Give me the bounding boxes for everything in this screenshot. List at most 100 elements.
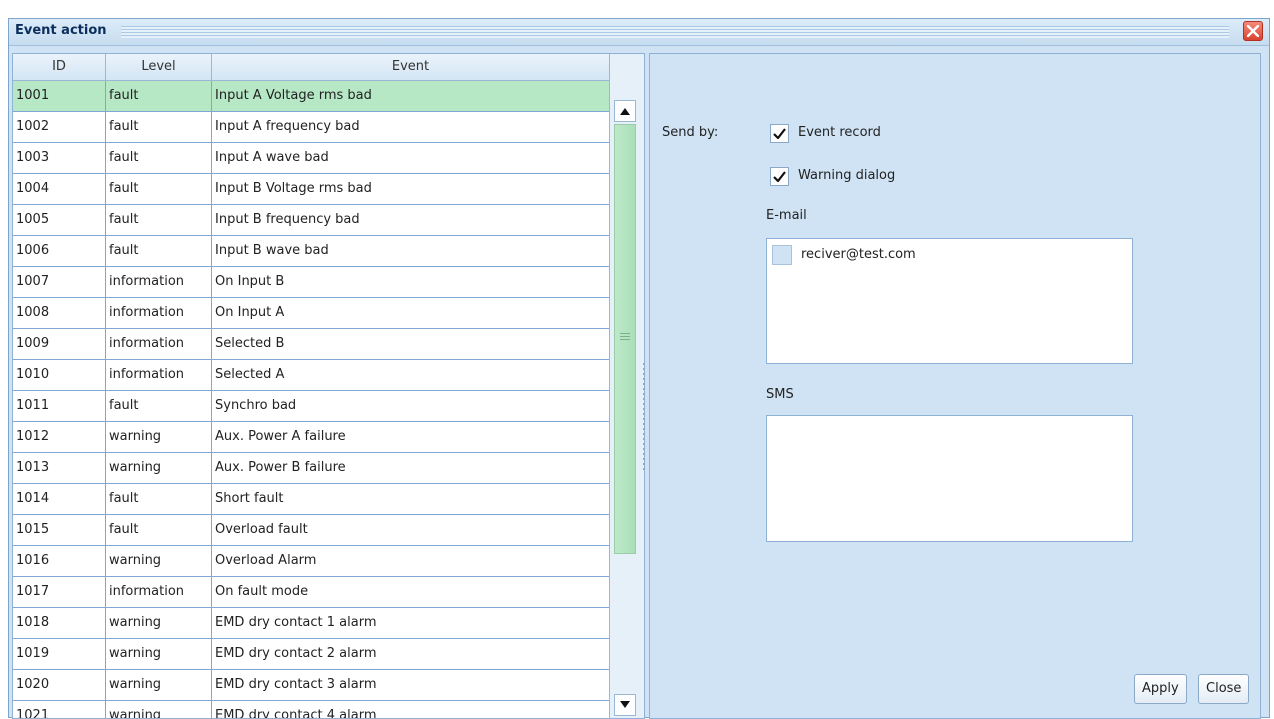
splitter-grip-icon — [643, 363, 645, 473]
column-header-event[interactable]: Event — [212, 54, 610, 80]
table-row[interactable]: 1019 warning EMD dry contact 2 alarm — [13, 639, 610, 670]
table-row[interactable]: 1018 warning EMD dry contact 1 alarm — [13, 608, 610, 639]
cell-level: warning — [106, 701, 212, 718]
table-row[interactable]: 1003 fault Input A wave bad — [13, 143, 610, 174]
cell-event: EMD dry contact 1 alarm — [212, 608, 610, 638]
cell-level: information — [106, 298, 212, 328]
cell-id: 1016 — [13, 546, 106, 576]
pane-splitter[interactable] — [641, 53, 649, 719]
table-row[interactable]: 1001 fault Input A Voltage rms bad — [13, 81, 610, 112]
cell-id: 1020 — [13, 670, 106, 700]
table-row[interactable]: 1021 warning EMD dry contact 4 alarm — [13, 701, 610, 718]
cell-id: 1012 — [13, 422, 106, 452]
cell-event: On fault mode — [212, 577, 610, 607]
sms-recipient-list[interactable] — [766, 415, 1133, 542]
cell-level: fault — [106, 143, 212, 173]
cell-event: Aux. Power A failure — [212, 422, 610, 452]
cell-id: 1021 — [13, 701, 106, 718]
cell-id: 1006 — [13, 236, 106, 266]
table-row[interactable]: 1008 information On Input A — [13, 298, 610, 329]
grip-icon — [620, 333, 630, 341]
cell-level: information — [106, 267, 212, 297]
warning-dialog-label[interactable]: Warning dialog — [798, 168, 895, 183]
event-table: ID Level Event 1001 fault Input A Voltage … — [12, 53, 645, 719]
table-row[interactable]: 1015 fault Overload fault — [13, 515, 610, 546]
table-row[interactable]: 1005 fault Input B frequency bad — [13, 205, 610, 236]
cell-event: Short fault — [212, 484, 610, 514]
cell-event: Input A wave bad — [212, 143, 610, 173]
cell-level: fault — [106, 174, 212, 204]
table-row[interactable]: 1016 warning Overload Alarm — [13, 546, 610, 577]
event-action-window: Event action ID Level Event 1001 fault Inp… — [8, 18, 1270, 719]
table-row[interactable]: 1009 information Selected B — [13, 329, 610, 360]
cell-id: 1008 — [13, 298, 106, 328]
cell-event: On Input A — [212, 298, 610, 328]
cell-level: information — [106, 329, 212, 359]
event-record-label[interactable]: Event record — [798, 125, 881, 140]
cell-id: 1009 — [13, 329, 106, 359]
cell-id: 1014 — [13, 484, 106, 514]
cell-level: fault — [106, 81, 212, 111]
cell-event: Input B wave bad — [212, 236, 610, 266]
cell-event: Input A frequency bad — [212, 112, 610, 142]
table-row[interactable]: 1012 warning Aux. Power A failure — [13, 422, 610, 453]
table-header: ID Level Event — [13, 54, 610, 81]
email-recipient-list[interactable]: reciver@test.com — [766, 238, 1133, 364]
cell-event: Selected A — [212, 360, 610, 390]
table-row[interactable]: 1017 information On fault mode — [13, 577, 610, 608]
table-row[interactable]: 1006 fault Input B wave bad — [13, 236, 610, 267]
scroll-thumb[interactable] — [614, 124, 636, 554]
column-header-id[interactable]: ID — [13, 54, 106, 80]
warning-dialog-checkbox[interactable] — [770, 167, 789, 186]
cell-event: Synchro bad — [212, 391, 610, 421]
cell-id: 1017 — [13, 577, 106, 607]
table-row[interactable]: 1020 warning EMD dry contact 3 alarm — [13, 670, 610, 701]
scroll-down-button[interactable] — [614, 694, 636, 716]
event-record-checkbox[interactable] — [770, 124, 789, 143]
recipient-address[interactable]: reciver@test.com — [801, 247, 916, 262]
cell-level: fault — [106, 391, 212, 421]
cell-id: 1011 — [13, 391, 106, 421]
close-icon — [1247, 25, 1259, 37]
cell-event: Overload fault — [212, 515, 610, 545]
cell-level: fault — [106, 515, 212, 545]
table-row[interactable]: 1014 fault Short fault — [13, 484, 610, 515]
window-close-button[interactable] — [1243, 21, 1263, 41]
title-bar[interactable]: Event action — [9, 19, 1269, 46]
column-header-level[interactable]: Level — [106, 54, 212, 80]
cell-level: warning — [106, 453, 212, 483]
cell-event: Input A Voltage rms bad — [212, 81, 610, 111]
cell-id: 1013 — [13, 453, 106, 483]
apply-button[interactable]: Apply — [1134, 674, 1187, 704]
cell-event: Input B Voltage rms bad — [212, 174, 610, 204]
cell-level: warning — [106, 670, 212, 700]
table-row[interactable]: 1004 fault Input B Voltage rms bad — [13, 174, 610, 205]
cell-level: warning — [106, 639, 212, 669]
table-row[interactable]: 1002 fault Input A frequency bad — [13, 112, 610, 143]
table-body: 1001 fault Input A Voltage rms bad 1002 faul… — [13, 81, 610, 718]
table-scrollbar[interactable] — [609, 54, 644, 718]
chevron-up-icon — [620, 108, 630, 115]
check-icon — [773, 171, 786, 182]
table-row[interactable]: 1007 information On Input B — [13, 267, 610, 298]
cell-event: Selected B — [212, 329, 610, 359]
cell-level: fault — [106, 484, 212, 514]
sms-label: SMS — [766, 387, 794, 402]
title-bar-decoration — [121, 26, 1229, 38]
close-button[interactable]: Close — [1198, 674, 1250, 704]
cell-event: EMD dry contact 4 alarm — [212, 701, 610, 718]
cell-id: 1005 — [13, 205, 106, 235]
table-row[interactable]: 1011 fault Synchro bad — [13, 391, 610, 422]
cell-event: EMD dry contact 3 alarm — [212, 670, 610, 700]
table-row[interactable]: 1013 warning Aux. Power B failure — [13, 453, 610, 484]
cell-event: EMD dry contact 2 alarm — [212, 639, 610, 669]
scroll-up-button[interactable] — [614, 100, 636, 122]
cell-event: On Input B — [212, 267, 610, 297]
cell-id: 1010 — [13, 360, 106, 390]
table-row[interactable]: 1010 information Selected A — [13, 360, 610, 391]
recipient-checkbox[interactable] — [772, 245, 792, 265]
cell-id: 1004 — [13, 174, 106, 204]
cell-id: 1002 — [13, 112, 106, 142]
cell-level: information — [106, 577, 212, 607]
cell-level: fault — [106, 205, 212, 235]
